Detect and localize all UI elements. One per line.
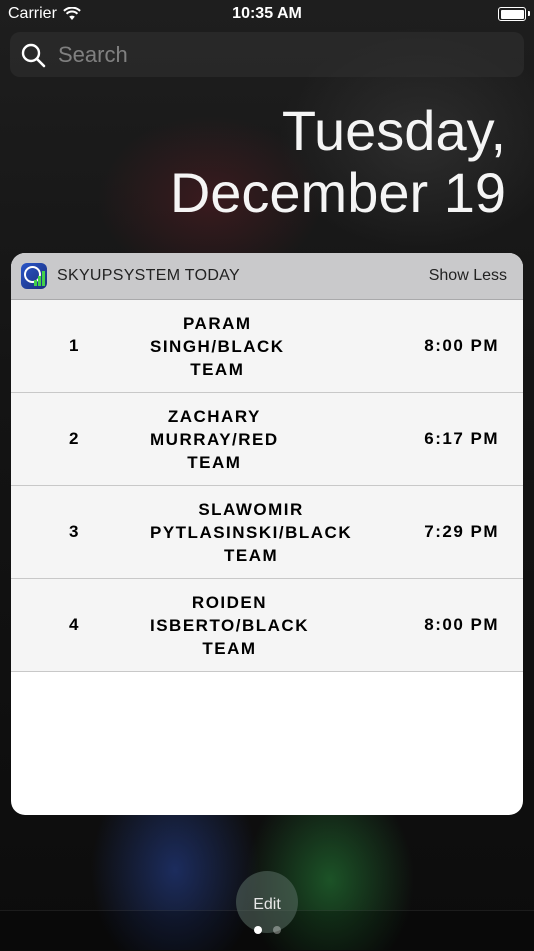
- page-indicator[interactable]: [0, 926, 534, 934]
- rank-number: 2: [69, 429, 80, 448]
- page-dot-inactive[interactable]: [272, 926, 281, 934]
- page-dot-active[interactable]: [253, 926, 262, 934]
- player-team-cell: ROIDEN ISBERTO/BLACK TEAM: [150, 579, 309, 671]
- player-team-name: ZACHARY MURRAY/RED TEAM: [150, 406, 279, 472]
- date-weekday: Tuesday,: [281, 99, 506, 162]
- entry-time: 6:17 PM: [424, 429, 499, 448]
- show-less-button[interactable]: Show Less: [429, 267, 507, 285]
- search-icon: [21, 43, 46, 67]
- list-item[interactable]: 2 ZACHARY MURRAY/RED TEAM 6:17 PM: [11, 393, 523, 486]
- skyupsystem-widget: SKYUPSYSTEM TODAY Show Less 1 PARAM SING…: [11, 253, 523, 815]
- list-item[interactable]: 4 ROIDEN ISBERTO/BLACK TEAM 8:00 PM: [11, 579, 523, 672]
- player-team-name: SLAWOMIR PYTLASINSKI/BLACK TEAM: [150, 499, 353, 565]
- rank-number: 1: [69, 336, 80, 355]
- widget-header: SKYUPSYSTEM TODAY Show Less: [11, 253, 523, 300]
- entry-time: 7:29 PM: [424, 522, 499, 541]
- battery-icon: [498, 7, 530, 21]
- status-bar: Carrier 10:35 AM: [0, 0, 534, 28]
- leaderboard-list: 1 PARAM SINGH/BLACK TEAM 8:00 PM 2 ZACHA…: [11, 300, 523, 672]
- skyupsystem-app-icon: [21, 263, 47, 289]
- list-item[interactable]: 1 PARAM SINGH/BLACK TEAM 8:00 PM: [11, 300, 523, 393]
- status-time: 10:35 AM: [232, 5, 302, 22]
- player-team-name: ROIDEN ISBERTO/BLACK TEAM: [150, 592, 309, 658]
- rank-number: 4: [69, 615, 80, 634]
- player-team-name: PARAM SINGH/BLACK TEAM: [150, 313, 285, 379]
- date-display: Tuesday, December 19: [170, 100, 506, 224]
- search-bar[interactable]: [10, 32, 524, 77]
- date-month-day: December 19: [169, 161, 506, 224]
- list-item[interactable]: 3 SLAWOMIR PYTLASINSKI/BLACK TEAM 7:29 P…: [11, 486, 523, 579]
- entry-time: 8:00 PM: [424, 336, 499, 355]
- search-input[interactable]: [56, 40, 524, 69]
- entry-time: 8:00 PM: [424, 615, 499, 634]
- rank-number: 3: [69, 522, 80, 541]
- widget-title: SKYUPSYSTEM TODAY: [57, 267, 240, 284]
- edit-button[interactable]: Edit: [236, 871, 298, 933]
- player-team-cell: ZACHARY MURRAY/RED TEAM: [150, 393, 279, 485]
- player-team-cell: PARAM SINGH/BLACK TEAM: [150, 300, 285, 392]
- player-team-cell: SLAWOMIR PYTLASINSKI/BLACK TEAM: [150, 486, 352, 578]
